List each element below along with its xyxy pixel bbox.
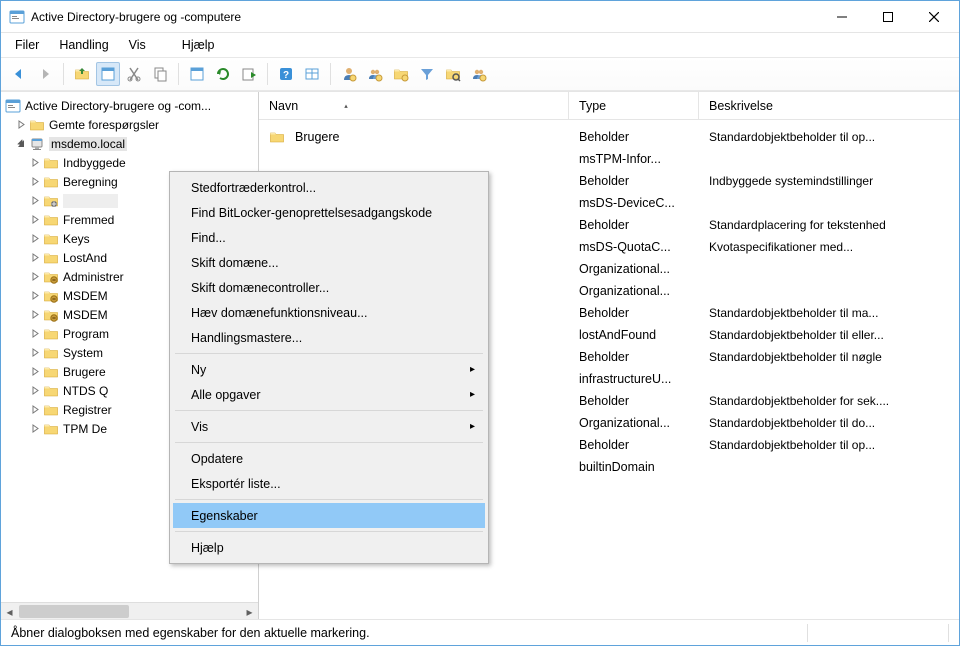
- column-type[interactable]: Type: [569, 92, 699, 119]
- scroll-left-icon[interactable]: ◂: [1, 603, 18, 620]
- copy-button[interactable]: [148, 62, 172, 86]
- menubar: Filer Handling Vis Hjælp: [1, 33, 959, 57]
- menu-action[interactable]: Handling: [51, 36, 116, 54]
- new-ou-button[interactable]: [389, 62, 413, 86]
- context-menu-separator: [175, 499, 483, 500]
- context-menu: Stedfortræderkontrol...Find BitLocker-ge…: [169, 171, 489, 564]
- tree-domain[interactable]: msdemo.local: [5, 134, 258, 153]
- window-title: Active Directory-brugere og -computere: [31, 10, 819, 24]
- grid-button[interactable]: [300, 62, 324, 86]
- refresh-button[interactable]: [211, 62, 235, 86]
- back-button[interactable]: [7, 62, 31, 86]
- filter-button[interactable]: [415, 62, 439, 86]
- context-menu-item[interactable]: Alle opgaver: [173, 382, 485, 407]
- column-name[interactable]: Navn▴: [259, 92, 569, 119]
- delete-button[interactable]: [185, 62, 209, 86]
- up-button[interactable]: [70, 62, 94, 86]
- add-to-group-button[interactable]: [467, 62, 491, 86]
- context-menu-item[interactable]: Stedfortræderkontrol...: [173, 175, 485, 200]
- context-menu-item[interactable]: Vis: [173, 414, 485, 439]
- close-button[interactable]: [911, 2, 957, 32]
- list-row[interactable]: Brugere Beholder Standardobjektbeholder …: [259, 126, 959, 148]
- context-menu-item[interactable]: Eksportér liste...: [173, 471, 485, 496]
- context-menu-item[interactable]: Hæv domænefunktionsniveau...: [173, 300, 485, 325]
- help-button[interactable]: [274, 62, 298, 86]
- column-desc[interactable]: Beskrivelse: [699, 92, 959, 119]
- toolbar-separator: [63, 63, 64, 85]
- toolbar: [1, 57, 959, 91]
- find-button[interactable]: [441, 62, 465, 86]
- context-menu-item[interactable]: Find BitLocker-genoprettelsesadgangskode: [173, 200, 485, 225]
- context-menu-separator: [175, 442, 483, 443]
- scroll-thumb[interactable]: [19, 605, 129, 618]
- menu-file[interactable]: Filer: [7, 36, 47, 54]
- tree-item[interactable]: Indbyggede: [5, 153, 258, 172]
- list-row[interactable]: msTPM-Infor...: [259, 148, 959, 170]
- maximize-button[interactable]: [865, 2, 911, 32]
- minimize-button[interactable]: [819, 2, 865, 32]
- statusbar: Åbner dialogboksen med egenskaber for de…: [1, 619, 959, 645]
- list-header: Navn▴ Type Beskrivelse: [259, 92, 959, 120]
- context-menu-separator: [175, 410, 483, 411]
- context-menu-item[interactable]: Ny: [173, 357, 485, 382]
- statusbar-text: Åbner dialogboksen med egenskaber for de…: [11, 626, 370, 640]
- export-button[interactable]: [237, 62, 261, 86]
- context-menu-item[interactable]: Hjælp: [173, 535, 485, 560]
- context-menu-item[interactable]: Opdatere: [173, 446, 485, 471]
- context-menu-separator: [175, 353, 483, 354]
- context-menu-item[interactable]: Find...: [173, 225, 485, 250]
- context-menu-item[interactable]: Skift domæne...: [173, 250, 485, 275]
- new-user-button[interactable]: [337, 62, 361, 86]
- scroll-right-icon[interactable]: ▸: [241, 603, 258, 620]
- titlebar: Active Directory-brugere og -computere: [1, 1, 959, 33]
- cut-button[interactable]: [122, 62, 146, 86]
- menu-help[interactable]: Hjælp: [174, 36, 223, 54]
- context-menu-item[interactable]: Skift domænecontroller...: [173, 275, 485, 300]
- menu-view[interactable]: Vis: [121, 36, 154, 54]
- app-icon: [9, 9, 25, 25]
- context-menu-item[interactable]: Handlingsmastere...: [173, 325, 485, 350]
- tree-saved-queries[interactable]: Gemte forespørgsler: [5, 115, 258, 134]
- context-menu-item[interactable]: Egenskaber: [173, 503, 485, 528]
- new-group-button[interactable]: [363, 62, 387, 86]
- show-hide-tree-button[interactable]: [96, 62, 120, 86]
- context-menu-separator: [175, 531, 483, 532]
- tree-hscrollbar[interactable]: ◂ ▸: [1, 602, 258, 619]
- forward-button[interactable]: [33, 62, 57, 86]
- tree-root[interactable]: Active Directory-brugere og -com...: [5, 96, 258, 115]
